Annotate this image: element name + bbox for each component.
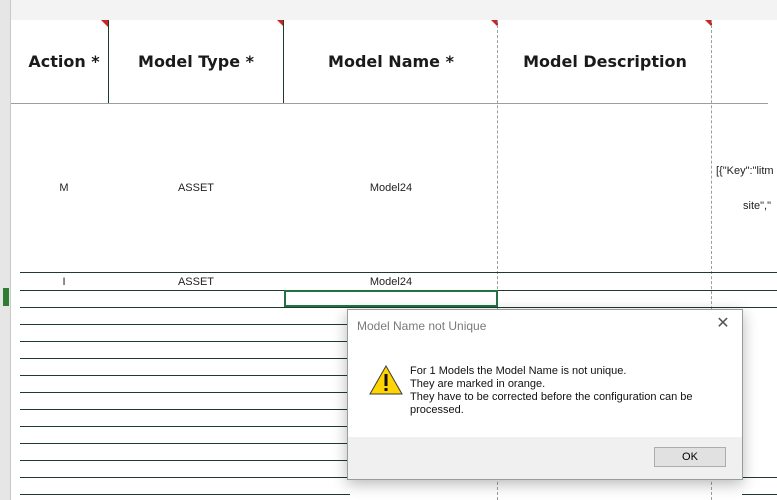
ok-button[interactable]: OK: [654, 447, 726, 467]
cell-action[interactable]: M: [20, 182, 108, 194]
dialog-title: Model Name not Unique: [357, 319, 487, 333]
dialog-message-line: processed.: [410, 404, 464, 416]
close-icon[interactable]: ✕: [712, 313, 734, 335]
row-header-strip: [0, 0, 11, 500]
active-row-marker: [3, 288, 9, 306]
header-action[interactable]: Action *: [20, 20, 108, 103]
row-line: [20, 392, 350, 393]
sheet-top-bar: [11, 0, 777, 20]
row-line: [20, 307, 777, 308]
row-line: [742, 494, 777, 495]
row-line: [20, 409, 350, 410]
row-line: [20, 358, 350, 359]
header-model-type-label: Model Type *: [138, 52, 254, 71]
cell-model-type[interactable]: ASSET: [108, 276, 284, 288]
cell-json-fragment[interactable]: site",": [743, 200, 771, 212]
row-line: [20, 341, 350, 342]
dialog-message-line: They are marked in orange.: [410, 378, 546, 390]
header-model-description-label: Model Description: [523, 52, 687, 71]
cell-action[interactable]: I: [20, 276, 108, 288]
column-divider: [108, 20, 109, 103]
row-line: [742, 477, 777, 478]
row-line: [20, 443, 350, 444]
row-line: [20, 324, 350, 325]
header-model-description[interactable]: Model Description: [498, 20, 712, 103]
required-marker: [101, 20, 108, 27]
header-model-type[interactable]: Model Type *: [108, 20, 284, 103]
selected-cell[interactable]: [284, 290, 498, 307]
row-line: [20, 375, 350, 376]
header-action-label: Action *: [28, 52, 100, 71]
cell-model-name[interactable]: Model24: [284, 276, 498, 288]
header-bottom-border: [11, 103, 768, 104]
header-model-name[interactable]: Model Name *: [284, 20, 498, 103]
header-model-name-label: Model Name *: [328, 52, 454, 71]
warning-icon: [369, 364, 403, 395]
row-line: [20, 477, 350, 478]
cell-model-name[interactable]: Model24: [284, 182, 498, 194]
dialog-message-line: For 1 Models the Model Name is not uniqu…: [410, 365, 627, 377]
row-line: [20, 494, 350, 495]
column-divider: [283, 20, 284, 103]
row-line: [20, 460, 350, 461]
warning-dialog: Model Name not Unique ✕ For 1 Models the…: [347, 309, 743, 480]
row-line: [20, 272, 777, 273]
row-line: [20, 426, 350, 427]
cell-model-type[interactable]: ASSET: [108, 182, 284, 194]
dialog-message: For 1 Models the Model Name is not uniqu…: [410, 365, 730, 417]
cell-json-fragment[interactable]: [{"Key":"litm: [716, 165, 774, 177]
dialog-footer: OK: [348, 437, 742, 479]
dialog-message-line: They have to be corrected before the con…: [410, 391, 693, 403]
